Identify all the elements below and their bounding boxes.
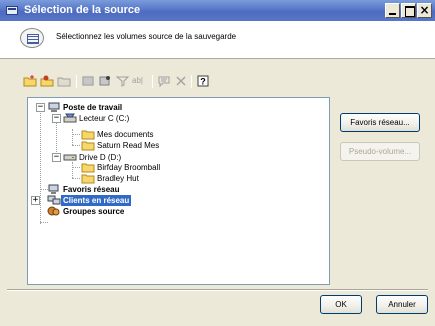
tree-item-drive-c[interactable]: Lecteur C (C:): [77, 113, 131, 124]
folder-icon: [81, 173, 95, 184]
drive-icon: [63, 152, 77, 163]
minimize-button[interactable]: [385, 3, 400, 18]
svg-text:?: ?: [200, 77, 206, 87]
toolbar-separator: [191, 75, 192, 88]
window-title: Sélection de la source: [24, 4, 141, 16]
folder-new-icon[interactable]: [23, 74, 37, 88]
title-bar[interactable]: Sélection de la source ×: [0, 0, 435, 21]
bottom-separator: [7, 289, 428, 291]
folder-icon: [81, 129, 95, 140]
folder-icon: [81, 140, 95, 151]
pseudo-volume-button[interactable]: Pseudo-volume...: [340, 142, 420, 161]
collapse-toggle[interactable]: −: [52, 153, 61, 162]
source-groups-icon: [47, 206, 61, 217]
tree-item-favoris-reseau[interactable]: Favoris réseau: [61, 184, 121, 195]
collapse-toggle[interactable]: −: [52, 114, 61, 123]
network-favorites-button[interactable]: Favoris réseau...: [340, 113, 420, 132]
network-favorites-icon: [47, 184, 61, 195]
computer-icon: [47, 102, 61, 113]
volume-icon: [20, 28, 44, 48]
delete-icon[interactable]: [174, 74, 188, 88]
comment-icon[interactable]: [157, 74, 171, 88]
toolbar: ab| ?: [23, 72, 413, 92]
ok-button[interactable]: OK: [320, 295, 362, 314]
expand-toggle[interactable]: +: [31, 196, 40, 205]
folder-icon: [81, 162, 95, 173]
tree-item-clients-en-reseau[interactable]: Clients en réseau: [61, 195, 132, 206]
source-tree[interactable]: − Poste de travail − Lecteur C (C:) Mes …: [27, 97, 330, 285]
tree-line: [72, 178, 80, 179]
instruction-text: Sélectionnez les volumes source de la sa…: [56, 32, 237, 41]
view-icon[interactable]: [81, 74, 95, 88]
tree-item-birfday-broomball[interactable]: Birfday Broomball: [95, 162, 162, 173]
app-icon: [6, 6, 18, 15]
tree-item-groupes-source[interactable]: Groupes source: [61, 206, 126, 217]
tree-line: [72, 134, 80, 135]
user-folder-icon[interactable]: [40, 74, 54, 88]
tree-line: [72, 129, 73, 145]
tree-item-saturn-read-mes[interactable]: Saturn Read Mes: [95, 140, 161, 151]
dialog-window: Sélection de la source × Sélectionnez le…: [0, 0, 435, 326]
close-button[interactable]: ×: [417, 3, 432, 18]
toolbar-separator: [152, 75, 153, 88]
tree-line: [72, 145, 80, 146]
tree-line: [72, 167, 80, 168]
filter-icon[interactable]: [115, 74, 129, 88]
drive-icon: [63, 113, 77, 124]
network-clients-icon: [47, 195, 61, 206]
folder-flat-icon[interactable]: [57, 74, 71, 88]
dialog-header: Sélectionnez les volumes source de la sa…: [0, 21, 435, 59]
tree-line: [72, 162, 73, 178]
tree-item-poste-de-travail[interactable]: Poste de travail: [61, 102, 124, 113]
tree-item-bradley-hut[interactable]: Bradley Hut: [95, 173, 141, 184]
cancel-button[interactable]: Annuler: [376, 295, 428, 314]
toolbar-separator: [76, 75, 77, 88]
tree-line: [40, 107, 41, 224]
properties-icon[interactable]: [98, 74, 112, 88]
tree-line: [40, 222, 48, 223]
help-icon[interactable]: ?: [196, 74, 210, 88]
tree-item-mes-documents[interactable]: Mes documents: [95, 129, 155, 140]
rename-icon[interactable]: ab|: [132, 74, 148, 88]
maximize-button[interactable]: [401, 3, 416, 18]
collapse-toggle[interactable]: −: [36, 103, 45, 112]
